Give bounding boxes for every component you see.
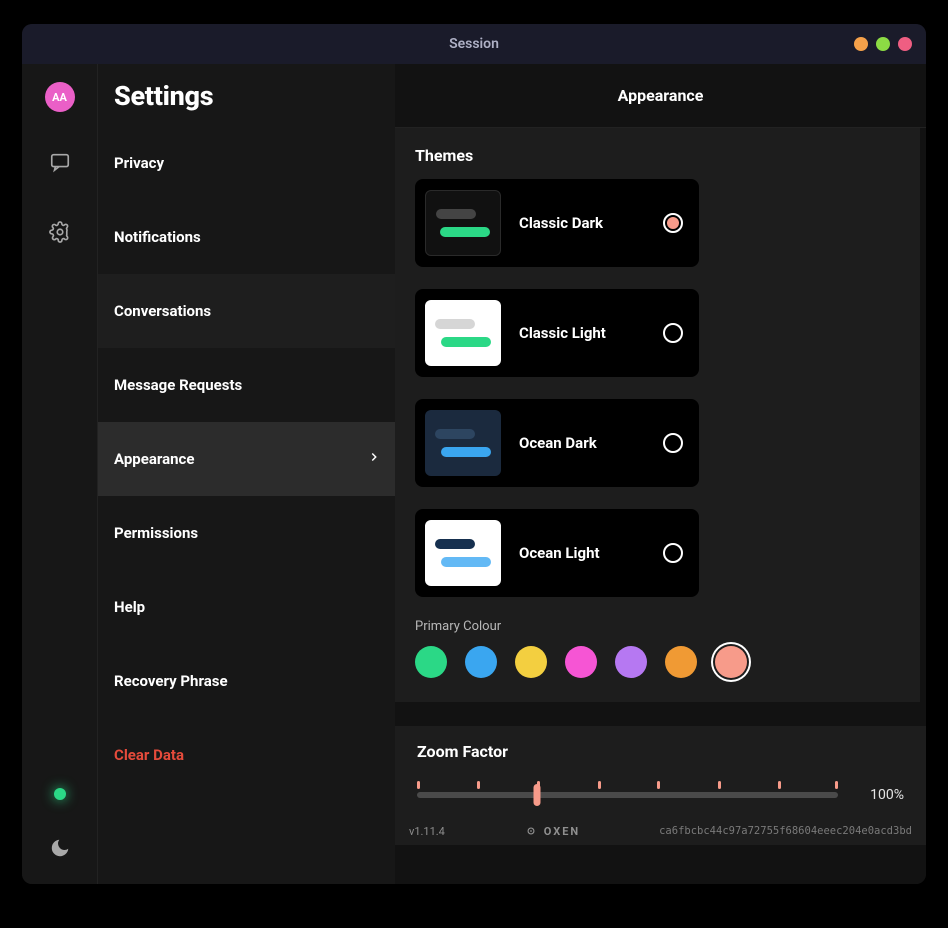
zoom-value: 100% — [856, 787, 904, 803]
sidebar-item-label: Appearance — [114, 450, 194, 468]
sidebar-item-label: Privacy — [114, 154, 164, 172]
theme-radio[interactable] — [663, 213, 683, 233]
sidebar-item-message-requests[interactable]: Message Requests — [98, 348, 395, 422]
colour-swatch-blue[interactable] — [465, 646, 497, 678]
chevron-right-icon — [367, 450, 381, 468]
chat-icon[interactable] — [48, 150, 72, 174]
colour-swatch-green[interactable] — [415, 646, 447, 678]
sidebar-item-appearance[interactable]: Appearance — [98, 422, 395, 496]
moon-icon[interactable] — [48, 836, 72, 860]
zoom-slider[interactable] — [417, 785, 838, 805]
titlebar: Session — [22, 24, 926, 64]
main-panel: Appearance Themes Classic Dark — [395, 64, 926, 884]
zoom-thumb[interactable] — [534, 784, 541, 806]
gear-icon[interactable] — [48, 220, 72, 244]
status-indicator[interactable] — [54, 788, 66, 800]
page-title: Appearance — [395, 64, 926, 128]
theme-option-classic-light[interactable]: Classic Light — [415, 289, 699, 377]
oxen-icon — [524, 824, 538, 838]
zoom-section: Zoom Factor — [395, 726, 926, 817]
colour-swatch-pink[interactable] — [565, 646, 597, 678]
version-text: v1.11.4 — [409, 825, 445, 838]
sidebar-item-recovery-phrase[interactable]: Recovery Phrase — [98, 644, 395, 718]
primary-colour-label: Primary Colour — [415, 619, 900, 634]
theme-option-ocean-dark[interactable]: Ocean Dark — [415, 399, 699, 487]
sidebar-item-label: Help — [114, 598, 145, 616]
window-title: Session — [449, 36, 499, 52]
theme-name: Classic Dark — [519, 214, 663, 232]
sidebar-item-label: Message Requests — [114, 376, 242, 394]
window-controls — [854, 37, 912, 51]
sidebar-item-notifications[interactable]: Notifications — [98, 200, 395, 274]
sidebar-item-label: Recovery Phrase — [114, 672, 228, 690]
sidebar-item-label: Conversations — [114, 302, 211, 320]
theme-radio[interactable] — [663, 543, 683, 563]
theme-name: Classic Light — [519, 324, 663, 342]
themes-section: Themes Classic Dark — [395, 128, 926, 702]
brand-logo: OXEN — [524, 824, 580, 838]
theme-radio[interactable] — [663, 433, 683, 453]
sidebar-title: Settings — [114, 80, 379, 112]
sidebar-item-privacy[interactable]: Privacy — [98, 126, 395, 200]
avatar[interactable]: AA — [45, 82, 75, 112]
colour-swatch-yellow[interactable] — [515, 646, 547, 678]
window-button-3[interactable] — [898, 37, 912, 51]
colour-swatch-purple[interactable] — [615, 646, 647, 678]
window-button-2[interactable] — [876, 37, 890, 51]
zoom-label: Zoom Factor — [417, 742, 904, 761]
window-button-1[interactable] — [854, 37, 868, 51]
theme-name: Ocean Dark — [519, 434, 663, 452]
theme-preview — [425, 300, 501, 366]
footer: v1.11.4 OXEN ca6fbcbc44c97a72755f68604ee… — [395, 817, 926, 845]
theme-radio[interactable] — [663, 323, 683, 343]
themes-label: Themes — [415, 146, 900, 165]
settings-sidebar: Settings Privacy Notifications Conversat… — [97, 64, 395, 884]
sidebar-item-label: Notifications — [114, 228, 201, 246]
nav-rail: AA — [22, 64, 97, 884]
sidebar-item-help[interactable]: Help — [98, 570, 395, 644]
sidebar-item-label: Permissions — [114, 524, 198, 542]
theme-name: Ocean Light — [519, 544, 663, 562]
theme-option-classic-dark[interactable]: Classic Dark — [415, 179, 699, 267]
colour-swatch-orange[interactable] — [665, 646, 697, 678]
commit-hash: ca6fbcbc44c97a72755f68604eeec204e0acd3bd — [659, 825, 912, 837]
theme-preview — [425, 190, 501, 256]
theme-preview — [425, 520, 501, 586]
sidebar-item-conversations[interactable]: Conversations — [98, 274, 395, 348]
primary-colour-row — [415, 646, 900, 678]
sidebar-item-label: Clear Data — [114, 746, 184, 764]
sidebar-item-clear-data[interactable]: Clear Data — [98, 718, 395, 792]
sidebar-header: Settings — [98, 64, 395, 126]
app-window: Session AA — [22, 24, 926, 884]
theme-option-ocean-light[interactable]: Ocean Light — [415, 509, 699, 597]
theme-preview — [425, 410, 501, 476]
sidebar-item-permissions[interactable]: Permissions — [98, 496, 395, 570]
colour-swatch-salmon[interactable] — [715, 646, 747, 678]
